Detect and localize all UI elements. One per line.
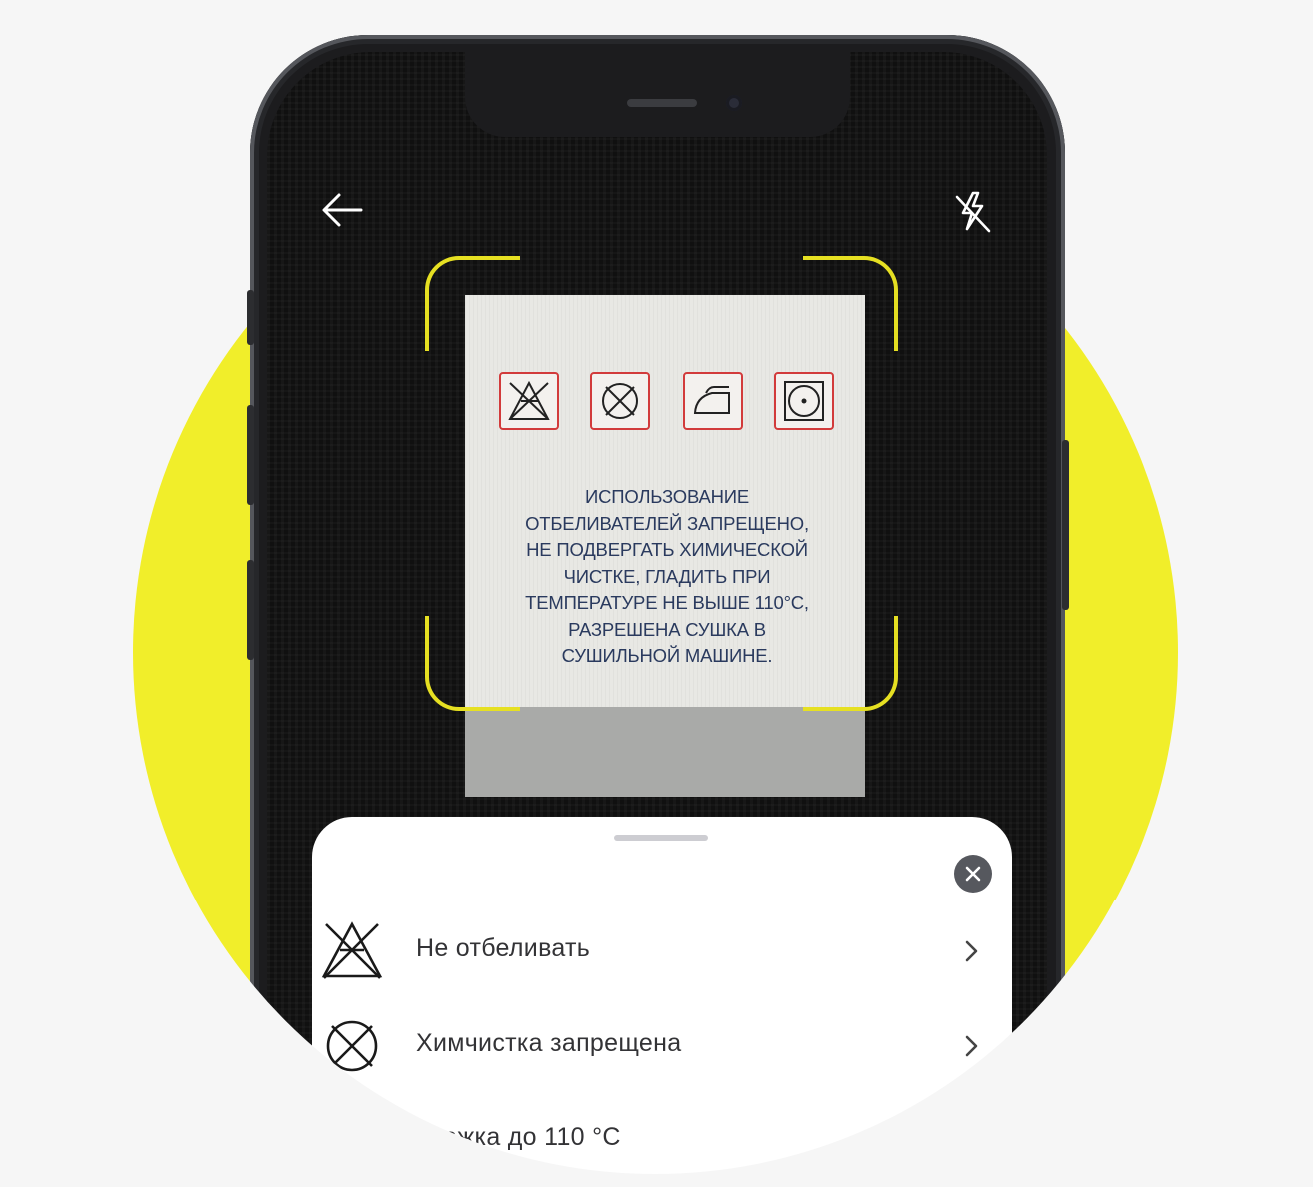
phone-volume-up: [247, 405, 254, 505]
phone-volume-down: [247, 560, 254, 660]
list-item-label: Глажка до 110 °C: [416, 1123, 621, 1151]
care-label-line: ИСПОЛЬЗОВАНИЕ: [584, 486, 750, 507]
iron-low-icon: [693, 386, 730, 414]
flash-off-icon: [955, 191, 991, 233]
label-symbol-no-bleach: [499, 372, 559, 430]
care-label-shadow: [465, 707, 865, 797]
label-symbol-tumble-dry: [774, 372, 834, 430]
no-dry-clean-icon: [602, 383, 638, 419]
no-bleach-icon: [508, 380, 550, 420]
close-button[interactable]: [954, 855, 992, 893]
promo-stage: ИСПОЛЬЗОВАНИЕ ОТБЕЛИВАТЕЛЕЙ ЗАПРЕЩЕНО, Н…: [0, 0, 1313, 1187]
scan-frame-corner-top-right: [803, 256, 898, 351]
care-label-line: ТЕМПЕРАТУРЕ НЕ ВЫШЕ 110°С,: [525, 592, 809, 613]
label-symbol-iron-low: [683, 372, 743, 430]
phone-power-button: [1062, 440, 1069, 610]
front-camera: [726, 95, 742, 111]
speaker-grille: [627, 99, 697, 107]
chevron-right-icon: [965, 940, 978, 962]
list-item-label: Не отбеливать: [416, 934, 591, 962]
chevron-right-icon: [965, 1035, 978, 1057]
care-label-text: ИСПОЛЬЗОВАНИЕ ОТБЕЛИВАТЕЛЕЙ ЗАПРЕЩЕНО, Н…: [485, 484, 849, 670]
scan-frame-corner-bottom-left: [425, 616, 520, 711]
scan-frame-corner-bottom-right: [803, 616, 898, 711]
care-label-line: ЧИСТКЕ, ГЛАДИТЬ ПРИ: [563, 565, 771, 587]
no-bleach-icon: [321, 921, 383, 979]
care-label-line: РАЗРЕШЕНА СУШКА В: [568, 618, 766, 640]
back-button[interactable]: [317, 190, 367, 230]
list-item[interactable]: Глажка до 110 °C: [312, 1095, 1012, 1187]
no-dry-clean-icon: [326, 1020, 378, 1072]
tumble-dry-icon: [784, 381, 824, 421]
scan-frame-corner-top-left: [425, 256, 520, 351]
list-item[interactable]: Не отбеливать: [312, 906, 1012, 998]
phone-side-button: [247, 290, 254, 345]
care-label-line: СУШИЛЬНОЙ МАШИНЕ.: [561, 645, 773, 666]
flash-toggle-button[interactable]: [951, 187, 995, 237]
results-bottom-sheet: Не отбеливать Химчистка запрещена Глажка…: [312, 817, 1012, 1187]
sheet-drag-handle[interactable]: [614, 835, 708, 841]
list-item[interactable]: Химчистка запрещена: [312, 1001, 1012, 1093]
close-icon: [965, 866, 981, 882]
care-label-line: ОТБЕЛИВАТЕЛЕЙ ЗАПРЕЩЕНО,: [525, 512, 809, 534]
list-item-label: Химчистка запрещена: [416, 1029, 682, 1057]
arrow-left-icon: [322, 193, 363, 227]
label-symbol-no-dry-clean: [590, 372, 650, 430]
phone-notch: [465, 52, 850, 137]
care-label-line: НЕ ПОДВЕРГАТЬ ХИМИЧЕСКОЙ: [526, 539, 808, 560]
